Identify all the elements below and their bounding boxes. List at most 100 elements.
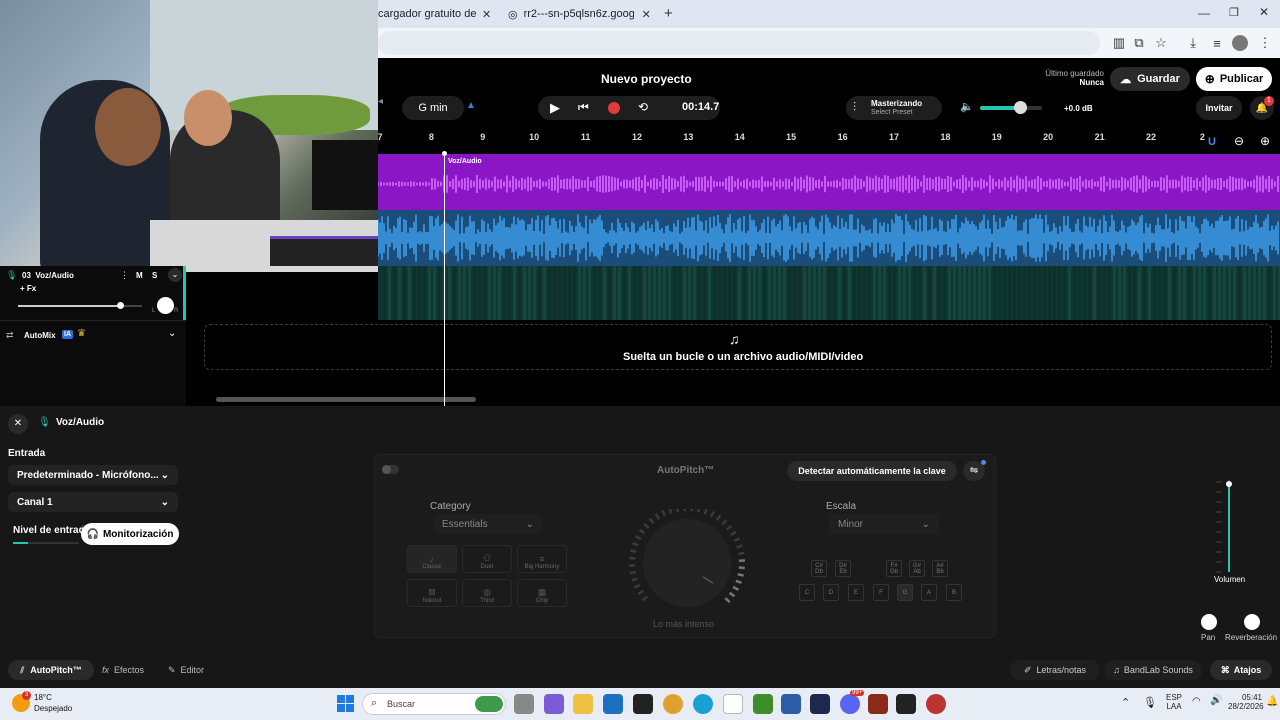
- key-a[interactable]: A: [921, 584, 937, 601]
- playhead[interactable]: [444, 152, 445, 406]
- timeline-ruler[interactable]: 7 8 9 10 11 12 13 14 15 16 17 18 19 20 21 22 2: [377, 130, 1280, 144]
- track-menu-icon[interactable]: ⋮: [120, 270, 129, 281]
- epic-games-icon[interactable]: [633, 694, 653, 714]
- project-title[interactable]: Nuevo proyecto: [601, 72, 692, 86]
- detect-key-button[interactable]: Detectar automáticamente la clave: [787, 461, 957, 481]
- master-volume-slider[interactable]: [980, 101, 1042, 114]
- minecraft-icon[interactable]: [753, 694, 773, 714]
- master-volume-knob[interactable]: [1014, 101, 1028, 114]
- scale-select[interactable]: Minor ⌄: [829, 514, 939, 534]
- track-volume-knob[interactable]: [116, 302, 124, 309]
- windows-start-icon[interactable]: [337, 695, 354, 712]
- bandlab-sounds-button[interactable]: ♫ BandLab Sounds: [1104, 660, 1202, 680]
- skip-back-icon[interactable]: ⏮: [578, 100, 589, 115]
- play-icon[interactable]: ▶: [550, 100, 560, 116]
- volume-icon[interactable]: 🔊: [1210, 695, 1222, 706]
- key-f-sharp[interactable]: F# Gb: [886, 560, 902, 577]
- close-icon[interactable]: ✕: [642, 8, 651, 21]
- key-c[interactable]: C: [799, 584, 815, 601]
- solo-button[interactable]: S: [152, 271, 157, 280]
- tab-autopitch[interactable]: ⫽ AutoPitch™: [8, 660, 94, 680]
- vocal-region[interactable]: Voz/Audio: [378, 154, 1280, 210]
- publish-button[interactable]: ⊕ Publicar: [1196, 67, 1272, 91]
- channel-select[interactable]: Canal 1 ⌄: [8, 492, 178, 512]
- input-device-select[interactable]: Predeterminado - Micrófono... ⌄: [8, 465, 178, 485]
- playhead-handle[interactable]: [442, 151, 447, 156]
- security-icon[interactable]: [810, 694, 830, 714]
- add-fx-button[interactable]: + Fx: [20, 284, 36, 293]
- key-g-sharp[interactable]: G# Ab: [909, 560, 925, 577]
- reverb-knob[interactable]: [1244, 614, 1260, 630]
- profile-avatar[interactable]: [1232, 35, 1248, 51]
- track-volume-slider[interactable]: [18, 302, 142, 309]
- preset-big-harmony[interactable]: ≡ Big Harmony: [517, 545, 567, 573]
- shield-icon[interactable]: [781, 694, 801, 714]
- key-g[interactable]: G: [897, 584, 913, 601]
- browser-tab[interactable]: cargador gratuito de video ✕: [378, 0, 496, 28]
- loop-icon[interactable]: ⟲: [638, 100, 648, 114]
- key-c-sharp[interactable]: C# Db: [811, 560, 827, 577]
- key-a-sharp[interactable]: A# Bb: [932, 560, 948, 577]
- automix-label[interactable]: AutoMix: [24, 331, 56, 340]
- playlist-icon[interactable]: ≡: [1208, 34, 1226, 52]
- mute-button[interactable]: M: [136, 271, 143, 280]
- clock[interactable]: 05:41 28/2/2026: [1228, 693, 1264, 711]
- key-d[interactable]: D: [823, 584, 839, 601]
- cast-icon[interactable]: ⧉: [1130, 34, 1148, 52]
- close-icon[interactable]: ✕: [482, 8, 491, 21]
- audio-region[interactable]: [378, 210, 1280, 266]
- autopitch-toggle[interactable]: [382, 465, 399, 474]
- volume-fader[interactable]: [1212, 478, 1242, 574]
- invite-button[interactable]: Invitar: [1196, 96, 1242, 120]
- monitor-button[interactable]: 🎧 Monitorización: [81, 523, 179, 545]
- preset-third[interactable]: ◍ Third: [462, 579, 512, 607]
- preset-nokout[interactable]: ⊠ Nokout: [407, 579, 457, 607]
- chrome-profile-icon[interactable]: [926, 694, 946, 714]
- store-icon[interactable]: [603, 694, 623, 714]
- horizontal-scrollbar[interactable]: [216, 397, 476, 402]
- key-d-sharp[interactable]: D# Eb: [835, 560, 851, 577]
- new-tab-button[interactable]: +: [664, 5, 673, 22]
- wifi-icon[interactable]: ◠: [1192, 696, 1201, 707]
- document-icon[interactable]: [723, 694, 743, 714]
- empty-track-lane[interactable]: [378, 266, 1280, 320]
- fader-knob[interactable]: [1226, 480, 1232, 487]
- intensity-knob[interactable]: [627, 509, 747, 619]
- speaker-icon[interactable]: 🔈: [960, 100, 974, 113]
- key-e[interactable]: E: [848, 584, 864, 601]
- record-icon[interactable]: [608, 102, 620, 114]
- close-panel-button[interactable]: ✕: [8, 414, 28, 434]
- lyrics-button[interactable]: ✐ Letras/notas: [1010, 660, 1100, 680]
- file-explorer-icon[interactable]: [573, 694, 593, 714]
- pan-knob[interactable]: [157, 297, 174, 314]
- key-selector[interactable]: G min: [402, 96, 464, 120]
- shortcuts-button[interactable]: ⌘ Atajos: [1210, 660, 1272, 680]
- minimize-icon[interactable]: —: [1198, 6, 1210, 20]
- notification-center-icon[interactable]: 🔔: [1266, 696, 1278, 707]
- game-icon[interactable]: [868, 694, 888, 714]
- chrome-icon[interactable]: [663, 694, 683, 714]
- reading-mode-icon[interactable]: ▥: [1110, 34, 1128, 52]
- key-f[interactable]: F: [873, 584, 889, 601]
- taskbar-search[interactable]: ⌕ Buscar: [362, 693, 506, 715]
- restore-icon[interactable]: ❐: [1229, 6, 1239, 19]
- mastering-button[interactable]: ⫶ Masterizando Select Preset: [846, 96, 942, 120]
- track-name[interactable]: 03 Voz/Audio: [22, 271, 74, 280]
- key-b[interactable]: B: [946, 584, 962, 601]
- preset-duet[interactable]: ⚇ Duet: [462, 545, 512, 573]
- tab-editor[interactable]: ✎ Editor: [168, 665, 204, 676]
- capcut-icon[interactable]: [896, 694, 916, 714]
- address-bar[interactable]: [378, 31, 1100, 55]
- track-area[interactable]: Voz/Audio: [378, 144, 1280, 320]
- tab-effects[interactable]: fx Efectos: [102, 665, 144, 675]
- language-indicator[interactable]: ESP LAA: [1166, 693, 1182, 711]
- category-select[interactable]: Essentials ⌄: [433, 514, 543, 534]
- close-window-icon[interactable]: ✕: [1259, 5, 1269, 19]
- drop-zone[interactable]: ♫ Suelta un bucle o un archivo audio/MID…: [204, 324, 1272, 370]
- kebab-menu-icon[interactable]: ⋮: [1256, 34, 1274, 52]
- chevron-down-icon[interactable]: ⌄: [168, 328, 176, 339]
- mic-tray-icon[interactable]: 🎙: [1143, 696, 1157, 709]
- edge-icon[interactable]: [693, 694, 713, 714]
- tempo-display[interactable]: ◂: [378, 96, 383, 107]
- task-view-icon[interactable]: [514, 694, 534, 714]
